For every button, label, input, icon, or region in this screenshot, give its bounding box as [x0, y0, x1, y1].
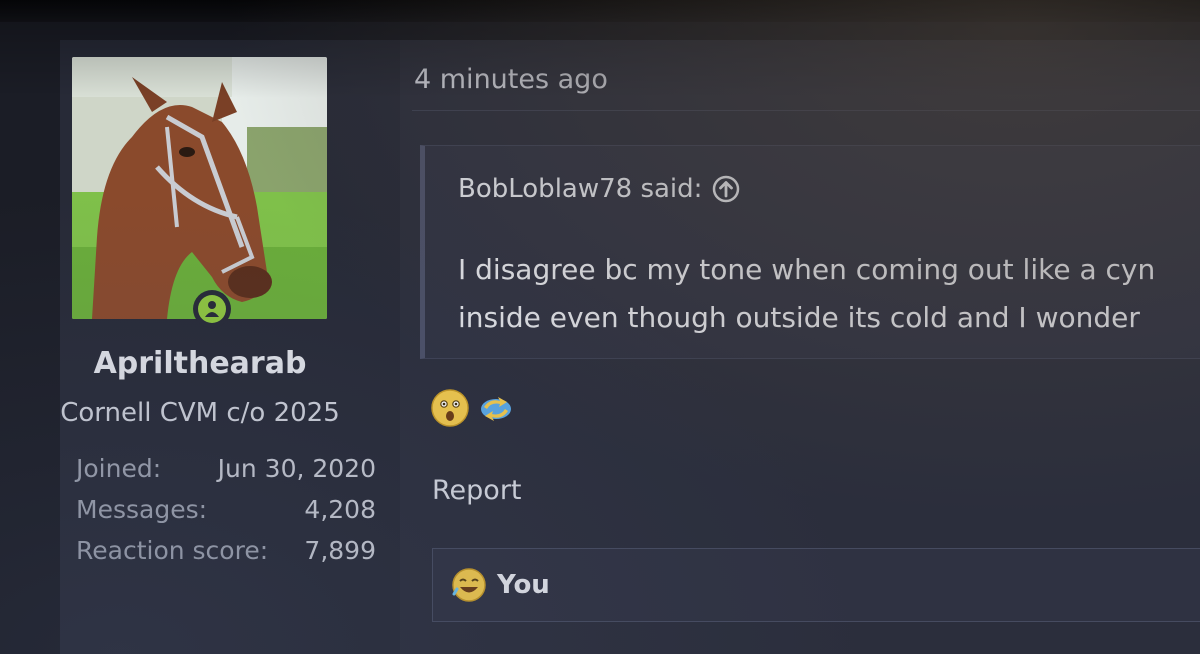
stat-value: Jun 30, 2020: [217, 454, 376, 483]
user-avatar[interactable]: [72, 57, 327, 319]
quote-author[interactable]: BobLoblaw78 said:: [458, 174, 740, 204]
username[interactable]: Aprilthearab: [60, 346, 340, 381]
laugh-face-icon: [452, 568, 486, 602]
quote-block: BobLoblaw78 said: I disagree bc my tone …: [420, 145, 1200, 359]
stat-joined: Joined: Jun 30, 2020: [76, 448, 376, 489]
user-title: Cornell CVM c/o 2025: [60, 398, 340, 428]
stat-value[interactable]: 4,208: [304, 489, 376, 530]
post-header-divider: [412, 110, 1200, 111]
reaction-bar[interactable]: You: [432, 548, 1200, 622]
sync-icon[interactable]: [476, 388, 516, 428]
stat-label: Messages:: [76, 495, 208, 524]
quote-author-label: BobLoblaw78 said:: [458, 174, 703, 204]
screen-bezel: [0, 0, 1200, 22]
stat-reaction-score: Reaction score: 7,899: [76, 530, 376, 571]
reaction-bar-label[interactable]: You: [497, 570, 550, 600]
horse-avatar-image: [72, 57, 327, 319]
quote-line: inside even though outside its cold and …: [458, 301, 1140, 334]
online-status-badge: [193, 290, 231, 328]
stat-label: Reaction score:: [76, 536, 269, 565]
reaction-summary[interactable]: [430, 388, 516, 428]
user-stats: Joined: Jun 30, 2020 Messages: 4,208 Rea…: [76, 448, 376, 571]
online-user-icon: [198, 295, 226, 323]
stat-label: Joined:: [76, 454, 162, 483]
report-link[interactable]: Report: [432, 475, 522, 506]
wow-face-icon[interactable]: [430, 388, 470, 428]
quote-line: I disagree bc my tone when coming out li…: [458, 253, 1156, 286]
post-timestamp[interactable]: 4 minutes ago: [414, 64, 608, 95]
quote-text: I disagree bc my tone when coming out li…: [458, 246, 1200, 342]
stat-value: 7,899: [304, 536, 376, 565]
arrow-up-circle-icon[interactable]: [712, 175, 740, 203]
stat-messages: Messages: 4,208: [76, 489, 376, 530]
